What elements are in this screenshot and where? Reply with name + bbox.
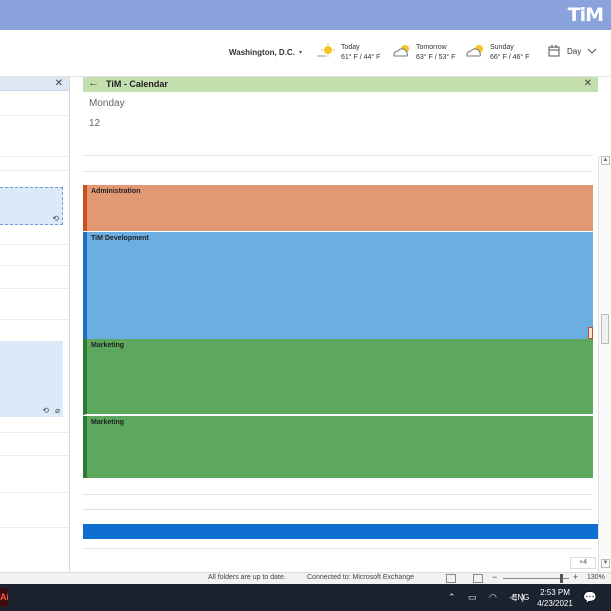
selected-time-slot[interactable] (83, 524, 598, 539)
day-name: Monday (89, 98, 125, 109)
taskbar: Ai ⌃ ▭ ◠ ◁) ENG 2:53 PM 4/23/2021 💬 (0, 584, 611, 611)
list-divider (0, 492, 69, 493)
view-selector[interactable]: Day (548, 45, 597, 57)
zoom-level[interactable]: 130% (587, 574, 605, 581)
list-item[interactable]: ⟲ ⌀ (0, 341, 63, 417)
clock-date: 4/23/2021 (537, 599, 573, 608)
scroll-up-icon[interactable]: ▲ (601, 156, 610, 165)
list-divider (0, 455, 69, 456)
view-label: Day (567, 46, 582, 56)
list-divider (0, 288, 69, 289)
appointment-label: Marketing (91, 419, 125, 426)
weather-day-label: Tomorrow (416, 44, 447, 51)
calendar-title: TiM - Calendar (106, 79, 168, 89)
appointment-marketing[interactable]: Marketing (83, 339, 593, 415)
location-dropdown-icon[interactable]: ▾ (299, 49, 302, 56)
list-item[interactable]: ⟲ (0, 187, 63, 225)
hour-separator (83, 509, 593, 510)
title-bar: TiM (0, 0, 611, 30)
hour-separator (83, 494, 593, 495)
weather-today[interactable]: Today 61° F / 44° F (316, 43, 380, 63)
appointment-label: Marketing (91, 342, 125, 349)
zoom-out-button[interactable]: − (492, 572, 497, 582)
appointment-administration[interactable]: Administration (83, 185, 593, 231)
sunny-icon (317, 43, 335, 57)
weather-tomorrow[interactable]: Tomorrow 63° F / 53° F (391, 43, 455, 63)
weather-day-label: Today (341, 44, 360, 51)
language-indicator[interactable]: ENG (512, 593, 529, 602)
list-divider (0, 527, 69, 528)
tim-logo: TiM (567, 4, 604, 26)
calendar-icon (548, 45, 560, 57)
appointment-tim-development[interactable]: TiM Development (83, 232, 593, 339)
appointment-label: TiM Development (91, 235, 149, 242)
partly-sunny-icon (466, 45, 483, 57)
appointment-marketing[interactable]: Marketing (83, 416, 593, 478)
left-pane-header: ✕ (0, 77, 69, 91)
weather-location[interactable]: Washington, D.C. (229, 48, 295, 57)
hour-separator (83, 155, 593, 156)
scroll-down-icon[interactable]: ▼ (601, 559, 610, 568)
appointment-label: Administration (91, 188, 141, 195)
clock[interactable]: 2:53 PM 4/23/2021 (537, 587, 573, 609)
list-divider (0, 319, 69, 320)
zoom-in-button[interactable]: + (573, 572, 578, 582)
resize-handle[interactable] (588, 327, 593, 339)
vertical-scrollbar[interactable]: ▲ ▼ (598, 156, 611, 572)
left-pane: ✕ ⟲ ⟲ ⌀ (0, 77, 70, 572)
weather-temp: 63° F / 53° F (416, 54, 456, 61)
taskbar-app-icon[interactable]: Ai (0, 588, 8, 607)
hour-separator (83, 171, 593, 172)
zoom-slider-thumb[interactable] (560, 574, 563, 583)
list-divider (0, 265, 69, 266)
scrollbar-thumb[interactable] (601, 314, 609, 344)
list-divider (0, 156, 69, 157)
list-divider (0, 170, 69, 171)
recurring-icon: ⟲ (52, 214, 59, 223)
list-divider (0, 432, 69, 433)
back-arrow-icon[interactable]: ← (88, 77, 99, 89)
more-items-badge[interactable]: +4 (570, 557, 596, 569)
chevron-down-icon (587, 48, 597, 54)
clock-time: 2:53 PM (540, 588, 570, 597)
weather-day-label: Sunday (490, 44, 514, 51)
close-icon[interactable]: ✕ (55, 78, 63, 89)
weather-sunday[interactable]: Sunday 66° F / 46° F (465, 43, 529, 63)
notification-icon[interactable]: 💬 (583, 591, 597, 604)
status-bar: All folders are up to date. Connected to… (0, 572, 611, 584)
sync-status: All folders are up to date. (208, 574, 286, 581)
weather-temp: 66° F / 46° F (490, 54, 530, 61)
day-number: 12 (89, 118, 101, 129)
calendar-header: ← TiM - Calendar ✕ (83, 77, 598, 92)
connection-status: Connected to: Microsoft Exchange (307, 574, 415, 581)
close-icon[interactable]: ✕ (584, 78, 592, 89)
hour-separator (83, 548, 593, 549)
normal-view-icon[interactable] (446, 574, 456, 583)
list-divider (0, 115, 69, 116)
weather-temp: 61° F / 44° F (341, 54, 381, 61)
list-divider (0, 244, 69, 245)
recurring-icon: ⟲ (42, 406, 49, 415)
attachment-icon: ⌀ (55, 406, 60, 415)
partly-cloudy-icon (393, 45, 409, 57)
reading-view-icon[interactable] (473, 574, 483, 583)
